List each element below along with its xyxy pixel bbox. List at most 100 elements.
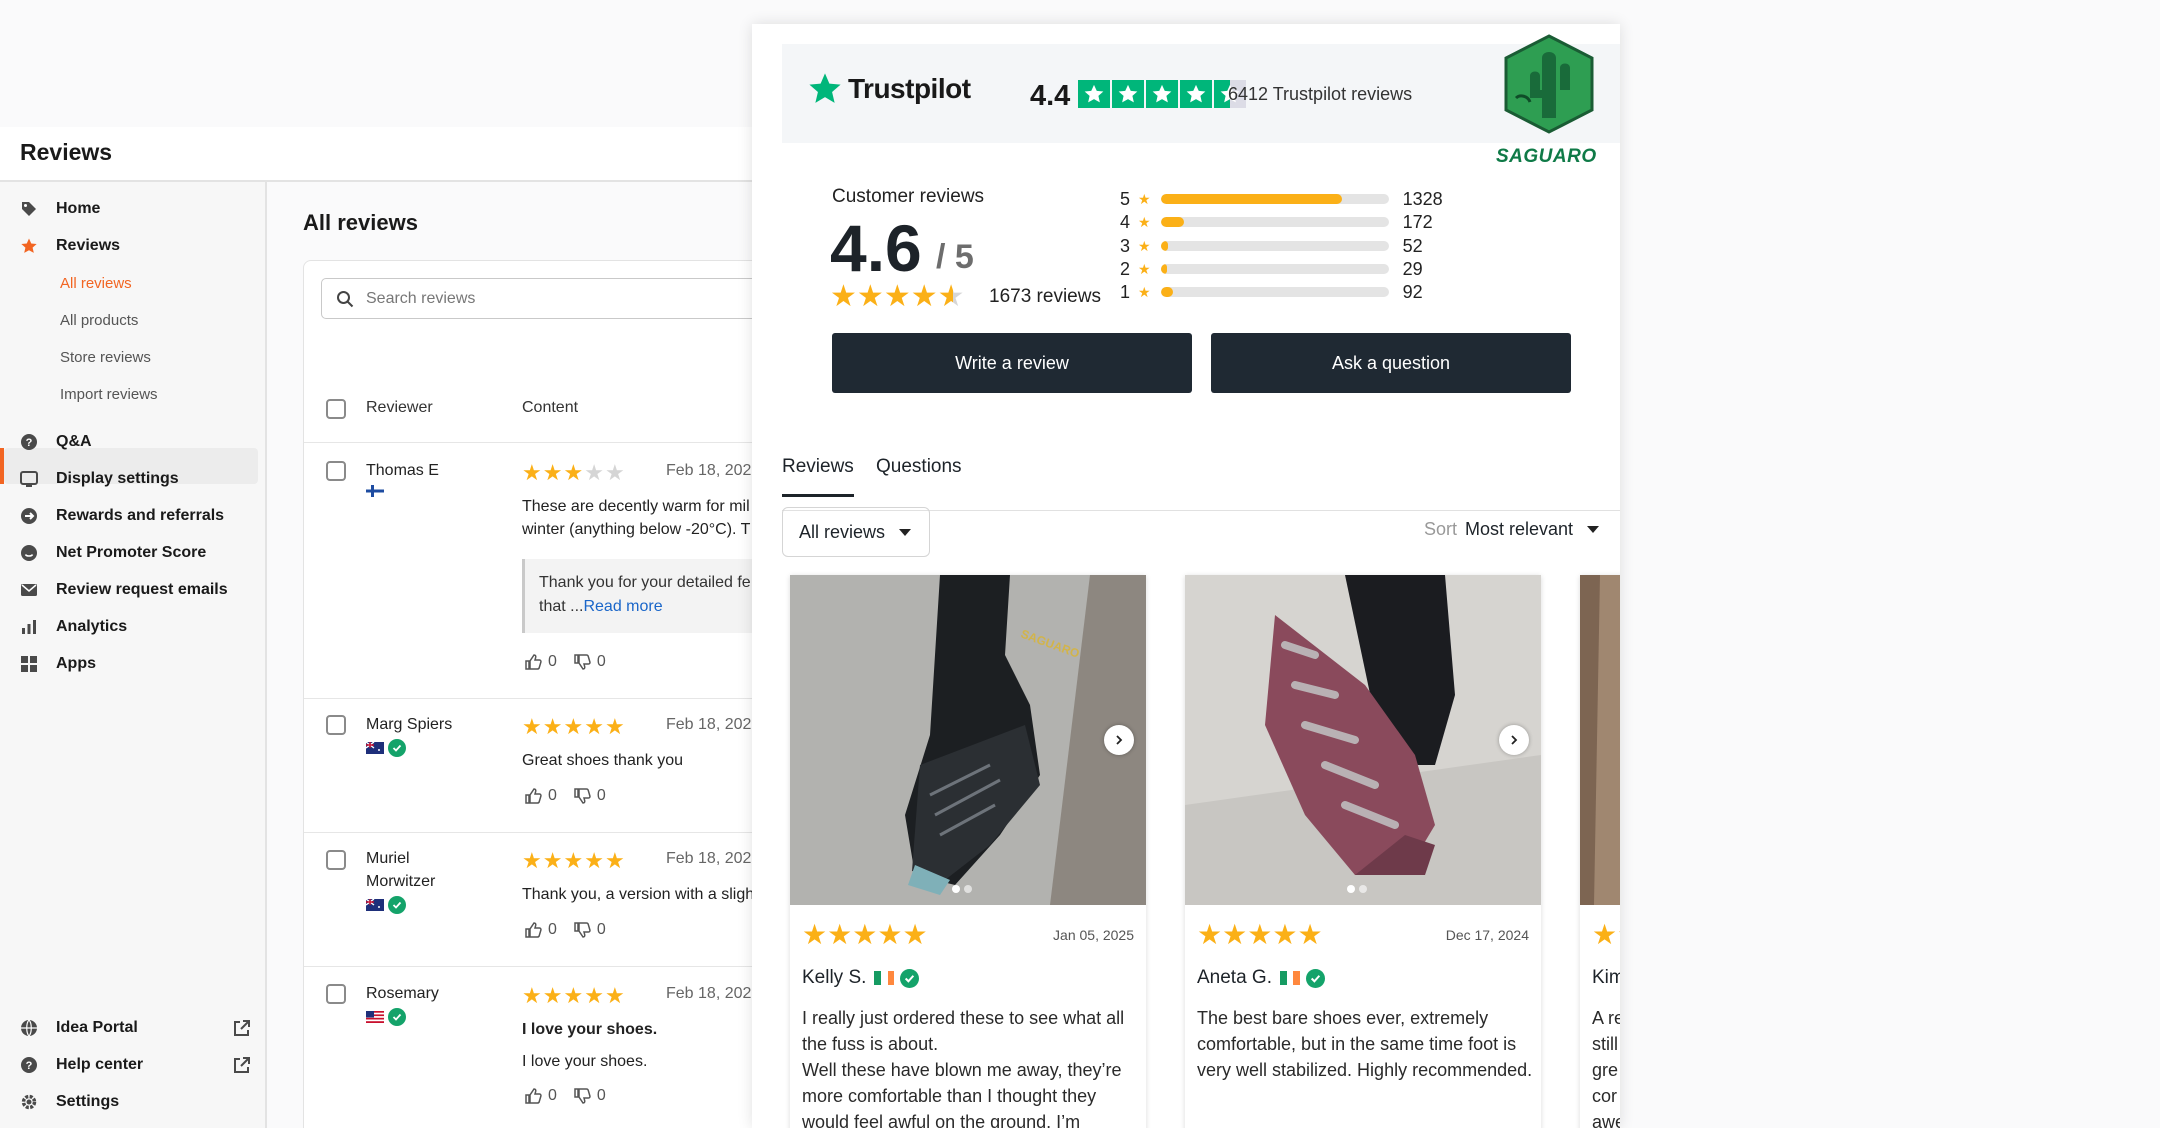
thumbs-down-button[interactable]: 0 [573,921,606,939]
sidebar-item-home[interactable]: Home [20,194,100,224]
smile-icon [20,544,38,562]
sidebar-item-nps[interactable]: Net Promoter Score [20,538,206,568]
thumbs-down-button[interactable]: 0 [573,1087,606,1105]
trustpilot-logo[interactable]: Trustpilot [808,72,971,106]
sidebar-item-rewards[interactable]: Rewards and referrals [20,501,224,531]
sidebar-item-reviews[interactable]: Reviews [20,231,120,261]
tab-questions[interactable]: Questions [876,456,962,494]
chevron-down-icon [899,528,912,536]
star-icon: ★ [563,848,584,873]
star-icon: ★ [1272,919,1298,950]
display-icon [20,470,38,488]
section-heading: All reviews [303,210,418,235]
sidebar-item-qa[interactable]: ? Q&A [20,427,92,457]
review-date: Jan 05, 2025 [1053,927,1134,943]
reviewer-row: Kim [1592,967,1620,989]
sidebar-item-label: Apps [56,655,96,672]
column-header-content: Content [522,399,579,416]
sidebar-item-settings[interactable]: Settings [20,1087,119,1117]
review-body: I really just ordered these to see what … [802,1008,1125,1128]
trustpilot-review-count: 6412 Trustpilot reviews [1228,84,1413,104]
next-photo-button[interactable] [1499,725,1529,755]
star-icon: ★ [563,714,584,739]
rating-distribution-row[interactable]: 2 ★ 29 [1120,258,1423,280]
thumbs-down-icon [574,1088,591,1104]
thumbs-up-button[interactable]: 0 [524,787,557,805]
thumbs-up-button[interactable]: 0 [524,653,557,671]
thumbs-up-icon [525,922,542,938]
rating-distribution-row[interactable]: 3 ★ 52 [1120,235,1423,257]
review-filter-dropdown[interactable]: All reviews [782,507,930,557]
thumbs-up-button[interactable]: 0 [524,921,557,939]
rating-distribution-row[interactable]: 4 ★ 172 [1120,211,1433,233]
reviewer-row: Aneta G. [1197,967,1325,989]
review-photo[interactable]: SAGUARO [790,575,1146,905]
next-photo-button[interactable] [1104,725,1134,755]
sidebar-item-apps[interactable]: Apps [20,649,96,679]
half-star-icon: ★ [937,280,965,313]
reply-text: that ... [539,598,584,615]
sidebar-subitem-store-reviews[interactable]: Store reviews [60,342,151,372]
search-icon [337,290,354,307]
sidebar-item-label: Q&A [56,433,92,450]
review-photo[interactable] [1185,575,1541,905]
sidebar-subitem-all-products[interactable]: All products [60,305,138,335]
ask-question-button[interactable]: Ask a question [1211,333,1571,393]
read-more-link[interactable]: Read more [583,598,662,615]
sidebar-subitem-all-reviews[interactable]: All reviews [60,268,132,298]
pagination-dot[interactable] [1347,885,1355,893]
search-input[interactable]: Search reviews [321,278,781,319]
sidebar-subitem-label: All products [60,311,139,329]
pagination-dot[interactable] [964,885,972,893]
distribution-bar [1160,241,1389,251]
sidebar-subitem-import-reviews[interactable]: Import reviews [60,379,158,409]
rating-distribution-row[interactable]: 1 ★ 92 [1120,281,1423,303]
sidebar-item-label: Help center [56,1056,144,1073]
write-review-button[interactable]: Write a review [832,333,1192,393]
rating-distribution-row[interactable]: 5 ★ 1328 [1120,188,1443,210]
sort-dropdown[interactable]: Sort Most relevant [1424,519,1600,540]
thumbs-down-button[interactable]: 0 [573,787,606,805]
review-photo[interactable] [1580,575,1620,905]
star-icon: ★ [584,848,604,873]
star-icon: ★ [852,919,878,950]
review-card[interactable]: SAGUARO ★ ★ ★ ★ ★ Jan 05, 2025 Kelly S. I re… [790,575,1146,1128]
svg-text:?: ? [26,1060,33,1072]
chevron-right-icon [1511,735,1518,745]
sidebar-item-idea-portal[interactable]: Idea Portal [20,1013,138,1043]
upvote-count: 0 [548,787,557,804]
thumbs-down-button[interactable]: 0 [573,653,606,671]
sidebar-item-help-center[interactable]: ? Help center [20,1050,143,1080]
row-checkbox[interactable] [326,715,346,735]
sidebar-item-label: Rewards and referrals [56,507,225,524]
row-checkbox[interactable] [326,850,346,870]
star-level: 5 [1120,188,1131,209]
sidebar-item-analytics[interactable]: Analytics [20,612,127,642]
thumbs-up-button[interactable]: 0 [524,1087,557,1105]
pagination-dot[interactable] [952,885,960,893]
distribution-bar [1160,194,1389,204]
sidebar-subitem-label: All reviews [60,274,132,292]
reviewer-name: Aneta G. [1197,967,1272,988]
tab-reviews[interactable]: Reviews [782,456,854,497]
row-checkbox[interactable] [326,984,346,1004]
sidebar-item-review-request-emails[interactable]: Review request emails [20,575,228,605]
row-checkbox[interactable] [326,461,346,481]
column-header-reviewer: Reviewer [366,399,433,416]
upvote-count: 0 [548,1087,557,1104]
select-all-checkbox[interactable] [326,399,346,419]
tag-icon [20,200,38,218]
reviewer-row: Kelly S. [802,967,920,989]
pagination-dot[interactable] [1359,885,1367,893]
review-card[interactable]: ★★ Kim A re still gre cor awe run [1580,575,1620,1128]
rating-count: 92 [1402,281,1423,302]
review-card[interactable]: ★ ★ ★ ★ ★ Dec 17, 2024 Aneta G. The best bar… [1185,575,1541,1128]
distribution-bar-fill [1160,287,1174,297]
help-icon: ? [20,1056,38,1074]
globe-icon [20,1019,38,1037]
rating-stars: ★ ★ ★ ★ ★ [522,850,626,872]
sidebar-subitem-label: Import reviews [60,385,158,403]
sidebar-item-display-settings[interactable]: Display settings [20,464,179,494]
sidebar-item-label: Display settings [56,470,179,487]
star-icon: ★ [563,983,584,1008]
